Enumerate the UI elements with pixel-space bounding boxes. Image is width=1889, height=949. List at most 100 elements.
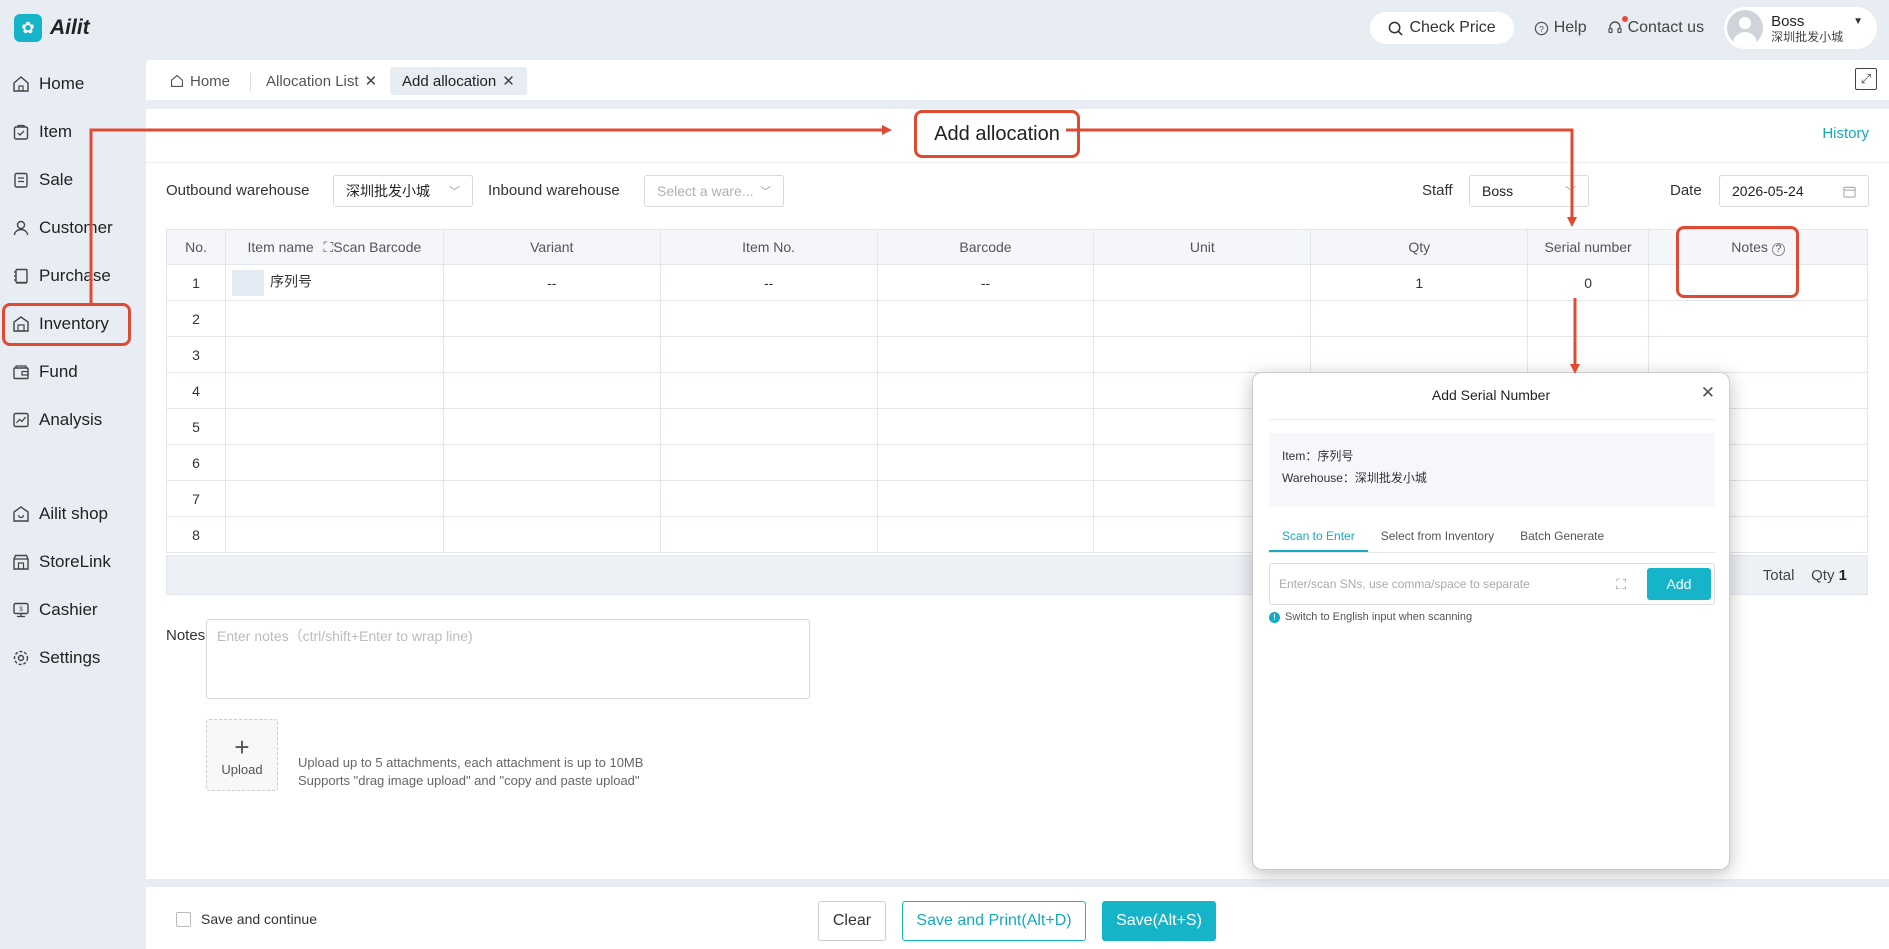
app-logo[interactable]: ✿ Ailit <box>14 14 90 42</box>
row-no: 1 <box>166 264 226 301</box>
history-link[interactable]: History <box>1822 125 1869 142</box>
table-row: 1 序列号 -- -- -- 1 0 <box>166 264 1868 301</box>
item-name-cell[interactable] <box>224 372 444 409</box>
upload-button[interactable]: + Upload <box>206 719 278 791</box>
sidebar-item-sale[interactable]: Sale <box>0 156 132 204</box>
help-icon: ? <box>1534 21 1548 35</box>
close-icon[interactable]: ✕ <box>502 72 515 90</box>
upload-hint: Upload up to 5 attachments, each attachm… <box>298 754 643 790</box>
sidebar-item-analysis[interactable]: Analysis <box>0 396 132 444</box>
item-name-cell[interactable] <box>224 444 444 481</box>
sidebar-item-label: Fund <box>39 362 78 381</box>
notes-input[interactable]: Enter notes（ctrl/shift+Enter to wrap lin… <box>206 619 810 699</box>
sidebar-item-label: Home <box>39 74 85 93</box>
tab-scan-to-enter[interactable]: Scan to Enter <box>1269 523 1368 552</box>
tab-label: Add allocation <box>402 72 497 90</box>
save-continue-label: Save and continue <box>201 911 317 927</box>
user-shop: 深圳批发小城 <box>1771 29 1844 44</box>
sidebar-item-label: StoreLink <box>39 552 111 571</box>
empty-cell <box>1310 336 1529 373</box>
sidebar-item-fund[interactable]: Fund <box>0 348 132 396</box>
add-button[interactable]: Add <box>1647 568 1711 600</box>
empty-cell <box>659 408 878 445</box>
tab-label: Home <box>190 72 231 90</box>
outbound-warehouse-select[interactable]: 深圳批发小城 ﹀ <box>333 175 473 207</box>
col-unit: Unit <box>1093 229 1312 265</box>
sidebar-item-label: Sale <box>39 170 74 189</box>
sidebar-item-customer[interactable]: Customer <box>0 204 132 252</box>
check-price-label: Check Price <box>1409 19 1496 36</box>
item-name-cell[interactable] <box>224 408 444 445</box>
col-qty: Qty <box>1310 229 1529 265</box>
sidebar-item-ailit-shop[interactable]: Ailit shop <box>0 490 132 538</box>
headset-icon <box>1607 21 1622 34</box>
date-label: Date <box>1670 182 1702 199</box>
total-summary: Total Qty 1 <box>1763 567 1847 584</box>
fullscreen-icon[interactable]: ⤢ <box>1855 68 1877 90</box>
svg-text:$: $ <box>19 607 23 613</box>
item-name-cell[interactable] <box>224 516 444 553</box>
total-label: Total <box>1762 567 1795 584</box>
sidebar-item-label: Ailit shop <box>39 504 108 523</box>
contact-link[interactable]: Contact us <box>1607 16 1705 37</box>
scan-icon[interactable]: ⛶ <box>1616 576 1626 593</box>
item-name: 序列号 <box>269 273 312 290</box>
staff-value: Boss <box>1482 183 1514 199</box>
tab-allocation-list[interactable]: Allocation List ✕ <box>254 67 389 95</box>
save-print-button[interactable]: Save and Print(Alt+D) <box>902 901 1086 941</box>
empty-cell <box>659 336 878 373</box>
shop-icon <box>13 506 29 522</box>
save-continue-checkbox[interactable]: Save and continue <box>176 911 317 927</box>
user-menu[interactable]: Boss 深圳批发小城 ▼ <box>1724 7 1877 49</box>
col-barcode: Barcode <box>876 229 1095 265</box>
svg-text:?: ? <box>1539 23 1544 33</box>
empty-cell <box>659 444 878 481</box>
tab-add-allocation[interactable]: Add allocation ✕ <box>390 67 527 95</box>
scan-barcode-button[interactable]: ⛶Scan Barcode <box>324 239 422 255</box>
info-icon: ! <box>1269 611 1280 623</box>
item-name-cell[interactable]: 序列号 <box>224 264 444 301</box>
tab-home[interactable]: Home <box>158 67 242 95</box>
dialog-item-line: Item：序列号 <box>1282 449 1354 463</box>
upload-hint-line: Upload up to 5 attachments, each attachm… <box>298 755 644 770</box>
clear-button[interactable]: Clear <box>818 901 886 941</box>
home-icon <box>13 76 29 92</box>
serial-number-input[interactable]: Enter/scan SNs, use comma/space to separ… <box>1269 563 1715 605</box>
item-name-cell[interactable] <box>224 300 444 337</box>
close-icon[interactable]: ✕ <box>365 72 378 90</box>
table-header-row: No. Item name ⛶Scan Barcode Variant Item… <box>166 229 1868 265</box>
item-name-cell[interactable] <box>224 336 444 373</box>
tab-select-from-inventory[interactable]: Select from Inventory <box>1368 523 1507 552</box>
upload-label: Upload <box>221 761 263 777</box>
sidebar-item-home[interactable]: Home <box>0 60 132 108</box>
purchase-icon <box>14 268 28 284</box>
divider <box>1269 419 1715 420</box>
staff-select[interactable]: Boss ﹀ <box>1469 175 1589 207</box>
sidebar-item-item[interactable]: Item <box>0 108 132 156</box>
empty-cell <box>442 372 661 409</box>
contact-label: Contact us <box>1627 19 1705 36</box>
close-icon[interactable]: ✕ <box>1701 383 1715 403</box>
checkbox-icon <box>176 911 191 927</box>
sidebar-item-settings[interactable]: Settings <box>0 634 132 682</box>
user-name: Boss <box>1771 12 1805 30</box>
variant-cell[interactable]: -- <box>442 264 661 301</box>
serial-number-cell[interactable]: 0 <box>1527 264 1650 301</box>
sidebar-item-cashier[interactable]: $ Cashier <box>0 586 132 634</box>
upload-hint-line: Supports "drag image upload" and "copy a… <box>298 773 640 788</box>
check-price-button[interactable]: Check Price <box>1370 12 1514 44</box>
fund-icon <box>13 365 29 380</box>
save-button[interactable]: Save(Alt+S) <box>1102 901 1216 941</box>
empty-cell <box>442 336 661 373</box>
unit-cell[interactable] <box>1093 264 1312 301</box>
inbound-warehouse-select[interactable]: Select a ware... ﹀ <box>644 175 784 207</box>
item-name-cell[interactable] <box>224 480 444 517</box>
col-no: No. <box>166 229 226 265</box>
sidebar-item-purchase[interactable]: Purchase <box>0 252 132 300</box>
serial-number-placeholder: Enter/scan SNs, use comma/space to separ… <box>1279 577 1530 591</box>
tab-batch-generate[interactable]: Batch Generate <box>1507 523 1617 552</box>
date-picker[interactable]: 2026-05-24 <box>1719 175 1869 207</box>
qty-cell[interactable]: 1 <box>1310 264 1529 301</box>
sidebar-item-storelink[interactable]: StoreLink <box>0 538 132 586</box>
help-link[interactable]: ? Help <box>1534 19 1587 37</box>
